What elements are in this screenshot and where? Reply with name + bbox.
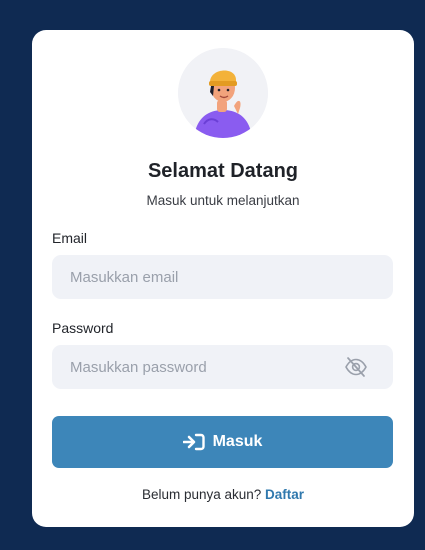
page-title: Selamat Datang	[147, 160, 299, 182]
login-card: Selamat Datang Masuk untuk melanjutkan E…	[32, 30, 414, 527]
email-input[interactable]	[52, 255, 393, 299]
page-subtitle: Masuk untuk melanjutkan	[146, 193, 300, 208]
email-label: Email	[52, 230, 88, 246]
password-visibility-toggle[interactable]	[344, 356, 368, 378]
user-avatar	[178, 48, 268, 138]
page-background: Selamat Datang Masuk untuk melanjutkan E…	[0, 0, 425, 550]
login-submit-label: Masuk	[212, 433, 263, 450]
register-link[interactable]: Daftar	[265, 487, 304, 502]
sign-in-icon	[182, 433, 205, 451]
password-input[interactable]	[52, 345, 393, 389]
register-prompt-text: Belum punya akun?	[141, 487, 262, 502]
password-label: Password	[52, 320, 114, 336]
register-prompt: Belum punya akun? Daftar	[32, 487, 414, 502]
avatar-illustration-icon	[178, 48, 268, 138]
login-submit-button[interactable]: Masuk	[52, 416, 393, 468]
eye-slash-icon	[345, 357, 367, 377]
